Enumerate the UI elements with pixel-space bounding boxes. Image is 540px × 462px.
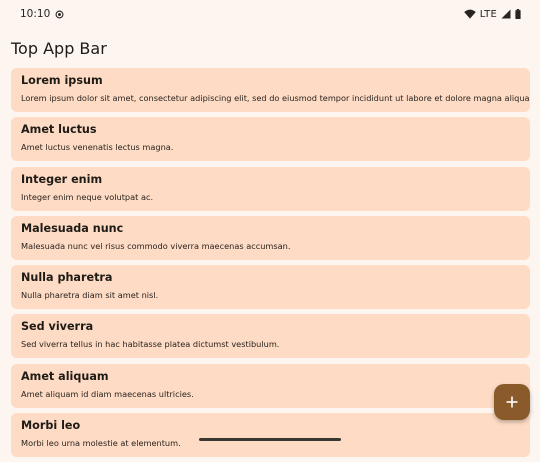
list-item-body: Lorem ipsum dolor sit amet, consectetur … (21, 93, 530, 103)
list-item[interactable]: Sed viverra Sed viverra tellus in hac ha… (11, 314, 530, 359)
list-item[interactable]: Malesuada nunc Malesuada nunc vel risus … (11, 215, 530, 260)
list-item[interactable]: Amet aliquam Amet aliquam id diam maecen… (11, 363, 530, 408)
status-right: LTE (463, 8, 521, 20)
list-item-title: Sed viverra (21, 320, 94, 334)
list-item-body: Amet aliquam id diam maecenas ultricies. (21, 388, 194, 399)
plus-icon (506, 396, 518, 408)
list-item-body: Malesuada nunc vel risus commodo viverra… (21, 240, 291, 251)
list-item[interactable]: Amet luctus Amet luctus venenatis lectus… (11, 117, 530, 162)
list-item-title: Integer enim (21, 172, 103, 186)
list-item-body: Amet luctus venenatis lectus magna. (21, 142, 174, 153)
add-fab-button[interactable] (494, 384, 530, 420)
signal-icon (501, 9, 511, 19)
wifi-icon (463, 9, 476, 19)
list-item-title: Malesuada nunc (21, 221, 124, 235)
page-title: Top App Bar (11, 38, 107, 58)
card-list[interactable]: Lorem ipsum Lorem ipsum dolor sit amet, … (11, 68, 530, 462)
top-app-bar: Top App Bar (11, 36, 107, 60)
list-item-title: Amet luctus (21, 123, 97, 137)
list-item[interactable]: Integer enim Integer enim neque volutpat… (11, 166, 530, 211)
list-item[interactable]: Morbi leo Morbi leo urna molestie at ele… (11, 413, 530, 458)
sync-icon (55, 10, 64, 19)
list-item-title: Amet aliquam (21, 369, 109, 383)
status-left: 10:10 (20, 8, 64, 20)
status-time: 10:10 (20, 8, 51, 20)
list-item[interactable]: Nulla pharetra Nulla pharetra diam sit a… (11, 265, 530, 310)
status-bar: 10:10 LTE (0, 0, 540, 28)
gesture-navigation-bar[interactable] (199, 438, 341, 441)
network-type: LTE (479, 8, 497, 20)
list-item[interactable]: Lorem ipsum Lorem ipsum dolor sit amet, … (11, 68, 530, 112)
list-item-body: Sed viverra tellus in hac habitasse plat… (21, 339, 280, 350)
battery-icon (515, 9, 521, 19)
list-item-title: Morbi leo (21, 419, 81, 433)
list-item-body: Nulla pharetra diam sit amet nisl. (21, 290, 159, 301)
list-item-title: Nulla pharetra (21, 271, 113, 285)
list-item-body: Integer enim neque volutpat ac. (21, 191, 154, 202)
list-item-title: Lorem ipsum (21, 74, 103, 87)
